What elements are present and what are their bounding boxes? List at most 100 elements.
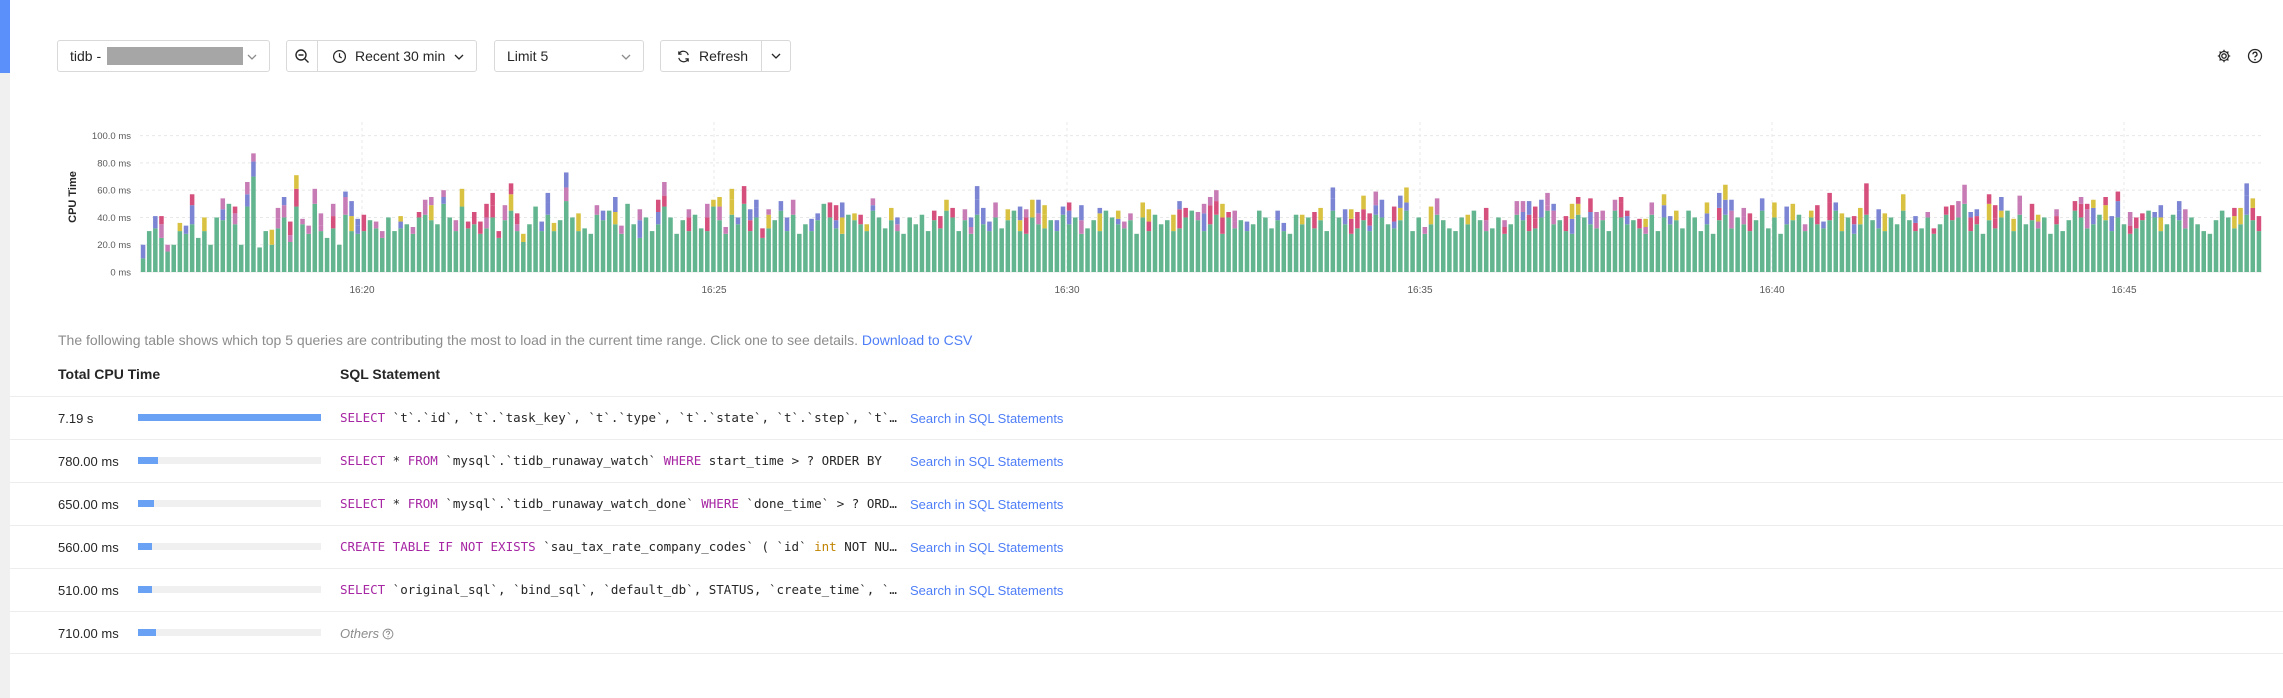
chart-bar-segment[interactable] bbox=[950, 207, 955, 218]
chart-bar-segment[interactable] bbox=[490, 217, 495, 272]
search-in-sql-statements-link[interactable]: Search in SQL Statements bbox=[910, 540, 1063, 555]
chart-bar-segment[interactable] bbox=[422, 199, 428, 215]
chart-bar-segment[interactable] bbox=[1575, 203, 1581, 215]
chart-bar-segment[interactable] bbox=[1207, 224, 1213, 272]
search-in-sql-statements-link[interactable]: Search in SQL Statements bbox=[910, 497, 1063, 512]
chart-bar-segment[interactable] bbox=[600, 210, 606, 221]
chart-bar-segment[interactable] bbox=[987, 221, 992, 232]
chart-bar-segment[interactable] bbox=[1140, 217, 1145, 272]
chart-bar-segment[interactable] bbox=[1054, 231, 1060, 272]
chart-bar-segment[interactable] bbox=[1698, 231, 1704, 272]
chart-bar-segment[interactable] bbox=[1042, 205, 1047, 215]
chart-bar-segment[interactable] bbox=[263, 231, 268, 272]
chart-bar-segment[interactable] bbox=[2232, 216, 2237, 229]
chart-bar-segment[interactable] bbox=[410, 227, 416, 234]
chart-bar-segment[interactable] bbox=[637, 237, 643, 272]
chart-bar-segment[interactable] bbox=[1097, 213, 1103, 232]
chart-bar-segment[interactable] bbox=[2176, 201, 2182, 211]
chart-bar-segment[interactable] bbox=[1361, 195, 1366, 210]
chart-bar-segment[interactable] bbox=[1931, 228, 1937, 234]
chart-bar-segment[interactable] bbox=[1759, 210, 1765, 272]
chart-bar-segment[interactable] bbox=[196, 237, 201, 272]
chart-bar-segment[interactable] bbox=[1600, 210, 1605, 221]
chart-bar-segment[interactable] bbox=[1293, 214, 1299, 272]
chart-bar-segment[interactable] bbox=[324, 237, 330, 272]
chart-bar-segment[interactable] bbox=[1815, 205, 1820, 225]
chart-bar-segment[interactable] bbox=[1943, 206, 1949, 215]
chart-bar-segment[interactable] bbox=[245, 182, 250, 195]
chart-bar-segment[interactable] bbox=[784, 231, 790, 272]
chart-bar-segment[interactable] bbox=[772, 220, 778, 272]
chart-bar-segment[interactable] bbox=[606, 210, 612, 272]
chart-bar-segment[interactable] bbox=[1618, 202, 1624, 218]
chart-bar-segment[interactable] bbox=[2127, 225, 2133, 234]
chart-bar-segment[interactable] bbox=[1569, 233, 1575, 272]
chart-bar-segment[interactable] bbox=[2127, 233, 2133, 272]
chart-bar-segment[interactable] bbox=[1526, 201, 1532, 215]
chart-bar-segment[interactable] bbox=[1674, 210, 1679, 221]
chart-bar-segment[interactable] bbox=[968, 227, 974, 234]
chart-bar-segment[interactable] bbox=[2078, 203, 2084, 218]
chart-bar-segment[interactable] bbox=[662, 195, 667, 207]
chart-bar-segment[interactable] bbox=[1398, 195, 1403, 208]
chart-bar-segment[interactable] bbox=[1036, 224, 1041, 272]
chart-bar-segment[interactable] bbox=[747, 209, 753, 221]
chart-bar-segment[interactable] bbox=[1539, 199, 1544, 218]
chart-bar-segment[interactable] bbox=[2158, 217, 2164, 232]
chart-bar-segment[interactable] bbox=[1551, 210, 1556, 225]
chart-bar-segment[interactable] bbox=[355, 233, 360, 272]
chart-bar-segment[interactable] bbox=[2035, 214, 2041, 222]
chart-bar-segment[interactable] bbox=[312, 188, 318, 204]
chart-bar-segment[interactable] bbox=[833, 205, 839, 221]
chart-bar-segment[interactable] bbox=[1146, 209, 1152, 222]
chart-bar-segment[interactable] bbox=[649, 231, 655, 272]
chart-bar-segment[interactable] bbox=[287, 221, 293, 236]
chart-bar-segment[interactable] bbox=[1888, 217, 1894, 272]
chart-bar-segment[interactable] bbox=[1876, 209, 1881, 229]
chart-bar-segment[interactable] bbox=[1827, 192, 1832, 203]
chart-bar-segment[interactable] bbox=[2109, 231, 2115, 272]
chart-bar-segment[interactable] bbox=[140, 258, 146, 272]
chart-bar-segment[interactable] bbox=[1428, 206, 1434, 225]
chart-bar-segment[interactable] bbox=[1214, 214, 1219, 272]
chart-bar-segment[interactable] bbox=[202, 217, 207, 232]
chart-bar-segment[interactable] bbox=[858, 224, 863, 272]
refresh-button[interactable]: Refresh bbox=[660, 40, 762, 72]
chart-bar-segment[interactable] bbox=[662, 206, 667, 272]
chart-bar-segment[interactable] bbox=[1612, 199, 1618, 211]
chart-bar-segment[interactable] bbox=[686, 209, 692, 218]
chart-bar-segment[interactable] bbox=[508, 183, 514, 195]
chart-bar-segment[interactable] bbox=[981, 224, 986, 272]
chart-bar-segment[interactable] bbox=[1097, 207, 1103, 214]
chart-bar-segment[interactable] bbox=[337, 244, 342, 272]
chart-bar-segment[interactable] bbox=[478, 221, 483, 234]
chart-bar-segment[interactable] bbox=[1017, 220, 1023, 232]
chart-bar-segment[interactable] bbox=[1263, 217, 1268, 272]
chart-bar-segment[interactable] bbox=[2121, 224, 2127, 272]
chart-bar-segment[interactable] bbox=[858, 214, 863, 225]
chart-bar-segment[interactable] bbox=[1943, 214, 1949, 272]
chart-bar-segment[interactable] bbox=[349, 216, 354, 232]
chart-bar-segment[interactable] bbox=[1569, 218, 1575, 234]
chart-bar-segment[interactable] bbox=[1404, 187, 1409, 203]
chart-bar-segment[interactable] bbox=[2195, 224, 2200, 272]
chart-bar-segment[interactable] bbox=[1477, 220, 1483, 272]
chart-bar-segment[interactable] bbox=[1950, 220, 1955, 272]
chart-bar-segment[interactable] bbox=[655, 212, 661, 225]
chart-bar-segment[interactable] bbox=[974, 214, 980, 272]
chart-bar-segment[interactable] bbox=[1434, 198, 1440, 215]
chart-bar-segment[interactable] bbox=[754, 199, 759, 208]
chart-bar-segment[interactable] bbox=[1109, 217, 1115, 272]
sql-statement[interactable]: SELECT `original_sql`, `bind_sql`, `defa… bbox=[340, 582, 898, 597]
chart-bar-segment[interactable] bbox=[839, 233, 845, 272]
chart-bar-segment[interactable] bbox=[833, 220, 839, 229]
chart-bar-segment[interactable] bbox=[410, 233, 416, 272]
chart-bar-segment[interactable] bbox=[281, 197, 287, 206]
chart-bar-segment[interactable] bbox=[2201, 231, 2206, 272]
chart-bar-segment[interactable] bbox=[1999, 217, 2004, 272]
chart-bar-segment[interactable] bbox=[343, 197, 348, 215]
chart-bar-segment[interactable] bbox=[1036, 199, 1041, 214]
chart-bar-segment[interactable] bbox=[1440, 220, 1446, 272]
chart-bar-segment[interactable] bbox=[220, 209, 226, 221]
chart-bar-segment[interactable] bbox=[1520, 201, 1526, 212]
